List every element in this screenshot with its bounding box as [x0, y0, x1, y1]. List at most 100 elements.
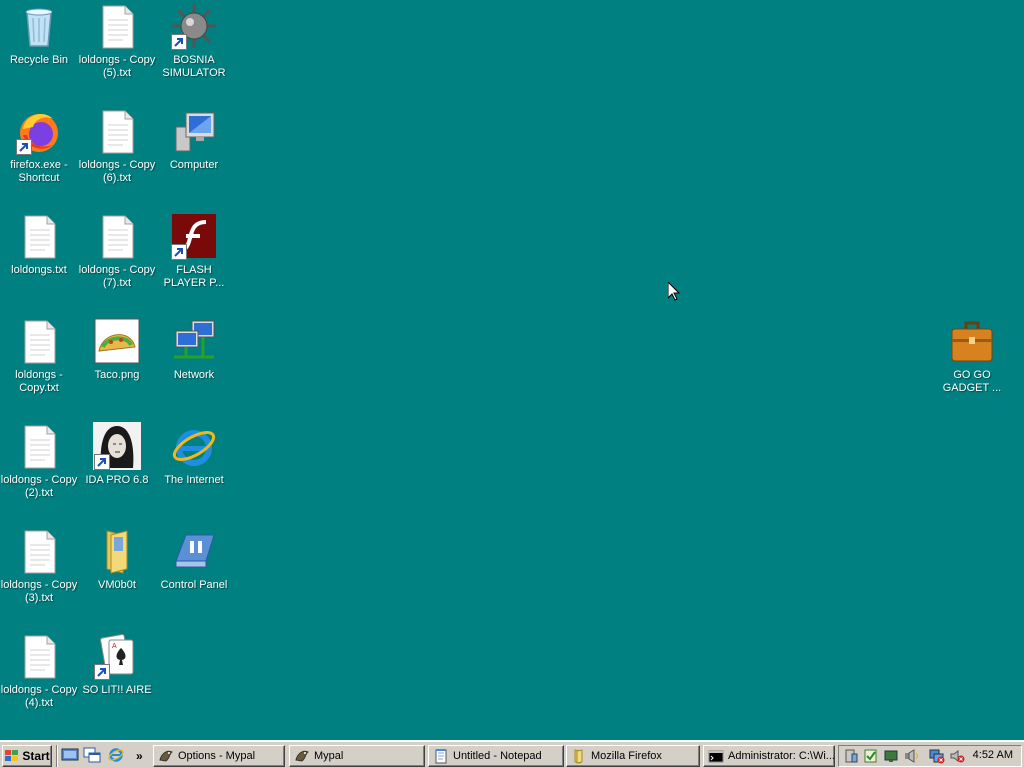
- text-file-icon: [15, 317, 63, 365]
- tray-server-icon[interactable]: [843, 748, 859, 764]
- briefcase-icon: [948, 317, 996, 365]
- icon-label: SO LIT!! AIRE: [82, 684, 152, 696]
- tray-volume-muted-icon[interactable]: [949, 748, 965, 764]
- shortcut-arrow-icon: [94, 664, 110, 680]
- icon-label: The Internet: [164, 474, 224, 486]
- icon-label: loldongs - Copy (5).txt: [78, 54, 156, 79]
- icon-label: Taco.png: [94, 369, 140, 381]
- ida-pro-icon: [93, 422, 141, 470]
- icon-label: loldongs - Copy (6).txt: [78, 159, 156, 184]
- task-label: Administrator: C:\Wi...: [728, 750, 835, 762]
- desktop-icon-loldongs-copy-7[interactable]: loldongs - Copy (7).txt: [78, 210, 156, 310]
- taskbar-separator: [56, 745, 58, 767]
- text-file-icon: [15, 422, 63, 470]
- icon-label: loldongs - Copy (7).txt: [78, 264, 156, 289]
- task-label: Options - Mypal: [178, 750, 256, 762]
- windows-logo-icon: [5, 750, 19, 761]
- task-button-mozilla-firefox[interactable]: Mozilla Firefox: [566, 745, 700, 767]
- notepad-icon: [435, 749, 447, 764]
- tray-network-disconnected-icon[interactable]: [929, 748, 945, 764]
- switch-windows-icon[interactable]: [83, 747, 101, 763]
- desktop-icon-loldongs-copy-txt[interactable]: loldongs - Copy.txt: [0, 315, 78, 415]
- desktop-icon-solitaire[interactable]: A SO LIT!! AIRE: [78, 630, 156, 730]
- icon-label: Recycle Bin: [9, 54, 69, 66]
- desktop-icon-bosnia-simulator[interactable]: BOSNIA SIMULATOR: [155, 0, 233, 100]
- icon-label: loldongs - Copy (4).txt: [0, 684, 78, 709]
- desktop-icon-recycle-bin[interactable]: Recycle Bin: [0, 0, 78, 100]
- desktop-icon-loldongs-copy-6[interactable]: loldongs - Copy (6).txt: [78, 105, 156, 205]
- icon-label: FLASH PLAYER P...: [163, 264, 225, 289]
- desktop-icon-ida-pro[interactable]: IDA PRO 6.8: [78, 420, 156, 520]
- tray-update-icon[interactable]: [863, 748, 879, 764]
- icon-label: loldongs - Copy.txt: [15, 369, 63, 394]
- desktop-icon-loldongs-copy-3[interactable]: loldongs - Copy (3).txt: [0, 525, 78, 625]
- internet-explorer-quicklaunch-icon[interactable]: [107, 747, 125, 763]
- system-tray: 4:52 AM: [838, 745, 1022, 767]
- icon-label: firefox.exe - Shortcut: [10, 159, 68, 184]
- task-button-command-prompt[interactable]: Administrator: C:\Wi...: [703, 745, 835, 767]
- shortcut-arrow-icon: [171, 244, 187, 260]
- icon-label: BOSNIA SIMULATOR: [162, 54, 226, 79]
- desktop-icon-loldongs-copy-2[interactable]: loldongs - Copy (2).txt: [0, 420, 78, 520]
- taskbar-clock[interactable]: 4:52 AM: [973, 749, 1013, 761]
- desktop-icon-loldongs-copy-5[interactable]: loldongs - Copy (5).txt: [78, 0, 156, 100]
- shortcut-arrow-icon: [171, 34, 187, 50]
- task-button-notepad[interactable]: Untitled - Notepad: [428, 745, 564, 767]
- task-button-mypal[interactable]: Mypal: [289, 745, 425, 767]
- task-label: Mozilla Firefox: [591, 750, 662, 762]
- task-label: Untitled - Notepad: [453, 750, 542, 762]
- recycle-bin-icon: [15, 2, 63, 50]
- desktop-icon-control-panel[interactable]: Control Panel: [155, 525, 233, 625]
- solitaire-cards-icon: A: [93, 632, 141, 680]
- desktop-icon-taco-png[interactable]: Taco.png: [78, 315, 156, 415]
- quicklaunch-overflow-chevron-icon[interactable]: »: [136, 745, 150, 767]
- desktop-icon-firefox-shortcut[interactable]: firefox.exe - Shortcut: [0, 105, 78, 205]
- icon-label: GO GO GADGET ...: [942, 369, 1002, 394]
- text-file-icon: [15, 527, 63, 575]
- icon-label: VM0b0t: [98, 579, 136, 591]
- network-icon: [170, 317, 218, 365]
- desktop-icon-computer[interactable]: Computer: [155, 105, 233, 205]
- text-file-icon: [93, 107, 141, 155]
- command-prompt-icon: [708, 750, 724, 763]
- folder-icon: [93, 527, 141, 575]
- control-panel-icon: [170, 527, 218, 575]
- desktop[interactable]: Recycle Bin firefox.exe - Shortcut loldo…: [0, 0, 1024, 740]
- text-file-icon: [93, 212, 141, 260]
- desktop-icon-vm0b0t[interactable]: VM0b0t: [78, 525, 156, 625]
- desktop-icon-go-go-gadget[interactable]: GO GO GADGET ...: [933, 315, 1011, 415]
- icon-label: loldongs - Copy (3).txt: [0, 579, 78, 604]
- icon-label: loldongs.txt: [11, 264, 67, 276]
- tray-monitor-icon[interactable]: [883, 748, 899, 764]
- icon-label: Network: [173, 369, 215, 381]
- show-desktop-icon[interactable]: [61, 747, 79, 763]
- desktop-icon-flash-player[interactable]: FLASH PLAYER P...: [155, 210, 233, 310]
- text-file-icon: [15, 632, 63, 680]
- text-file-icon: [93, 2, 141, 50]
- icon-label: Control Panel: [160, 579, 228, 591]
- shortcut-arrow-icon: [94, 454, 110, 470]
- desktop-icon-network[interactable]: Network: [155, 315, 233, 415]
- firefox-icon: [15, 107, 63, 155]
- svg-text:A: A: [112, 643, 117, 650]
- text-file-icon: [15, 212, 63, 260]
- desktop-icon-the-internet[interactable]: The Internet: [155, 420, 233, 520]
- start-button[interactable]: Start: [2, 745, 52, 767]
- desktop-icon-loldongs-copy-4[interactable]: loldongs - Copy (4).txt: [0, 630, 78, 730]
- task-button-options-mypal[interactable]: Options - Mypal: [153, 745, 285, 767]
- internet-explorer-icon: [170, 422, 218, 470]
- taskbar: Start » Options - Mypal Mypal Untitled -…: [0, 740, 1024, 768]
- folder-icon: [574, 749, 583, 764]
- mypal-icon: [295, 750, 309, 762]
- spiked-mine-icon: [170, 2, 218, 50]
- flash-player-icon: [170, 212, 218, 260]
- tray-audio-icon[interactable]: [903, 748, 919, 764]
- mypal-icon: [159, 750, 173, 762]
- icon-label: loldongs - Copy (2).txt: [0, 474, 78, 499]
- icon-label: Computer: [169, 159, 219, 171]
- start-label: Start: [22, 749, 50, 763]
- mouse-cursor-icon: [667, 280, 681, 301]
- desktop-icon-loldongs-txt[interactable]: loldongs.txt: [0, 210, 78, 310]
- task-label: Mypal: [314, 750, 344, 762]
- icon-label: IDA PRO 6.8: [85, 474, 149, 486]
